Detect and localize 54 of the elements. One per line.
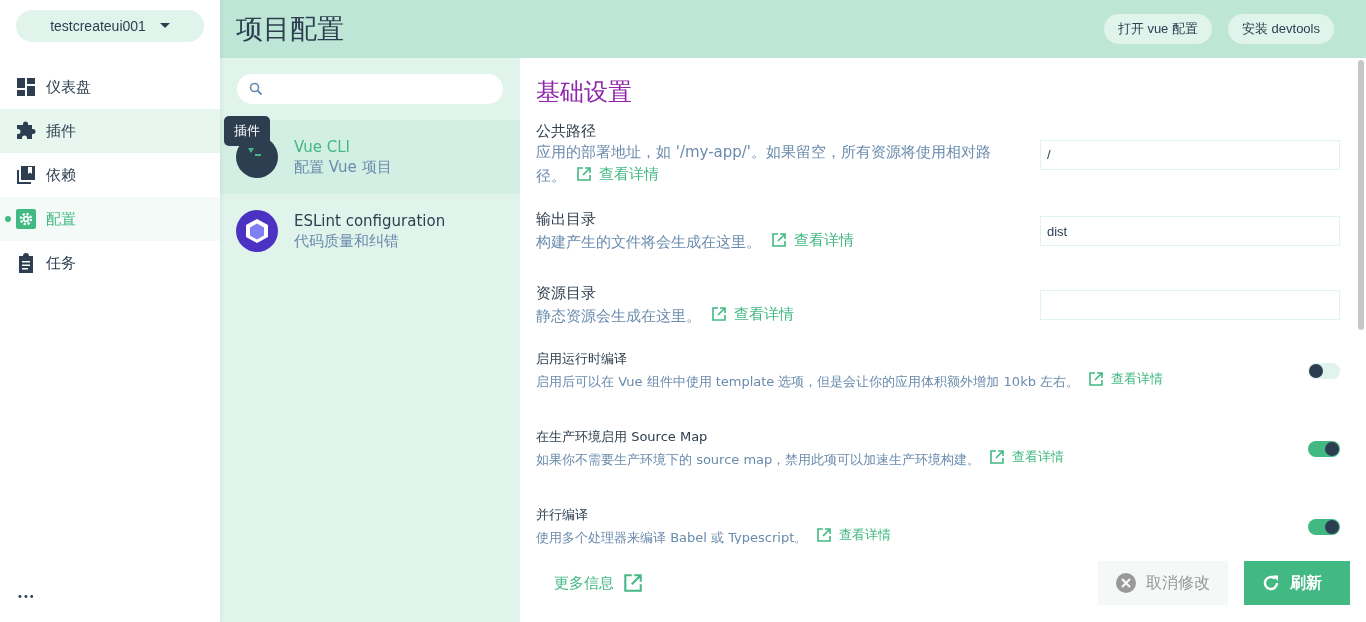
hexagon-logo-icon <box>236 210 278 252</box>
setting-description: 启用后可以在 Vue 组件中使用 template 选项，但是会让你的应用体积额外增加 10kb 左右。 查看详情 <box>536 367 1164 393</box>
nav-item[interactable]: 仪表盘 <box>0 65 220 109</box>
external-link-icon <box>576 167 591 181</box>
setting-label: 公共路径 <box>536 122 597 141</box>
puzzle-icon <box>16 121 36 141</box>
header-button[interactable]: 打开 vue 配置 <box>1103 14 1212 44</box>
toggle-switch[interactable] <box>1308 519 1340 535</box>
settings-icon <box>16 209 36 229</box>
close-icon <box>1116 573 1136 593</box>
nav-item[interactable]: 依赖 <box>0 153 220 197</box>
dashboard-icon <box>16 77 36 97</box>
caret-icon <box>159 23 170 29</box>
more-menu[interactable]: ••• <box>0 591 220 602</box>
header-button[interactable]: 安装 devtools <box>1227 14 1334 44</box>
nav-item[interactable]: 任务 <box>0 241 220 285</box>
refresh-icon <box>1262 574 1280 592</box>
setting-description: 使用多个处理器来编译 Babel 或 Typescript。 查看详情 <box>536 523 892 544</box>
page-title: 项目配置 <box>236 12 344 46</box>
setting-label: 并行编译 <box>536 505 589 524</box>
search-icon <box>249 82 263 96</box>
external-link-icon <box>711 306 726 321</box>
config-item[interactable]: ESLint configuration 代码质量和纠错 <box>220 194 520 268</box>
active-dot <box>5 216 11 222</box>
config-description: 代码质量和纠错 <box>294 231 400 251</box>
external-link-icon <box>771 232 786 247</box>
toggle-switch[interactable] <box>1308 363 1340 379</box>
setting-description: 构建产生的文件将会生成在这里。 查看详情 <box>536 228 854 253</box>
nav-item[interactable]: 插件 <box>0 109 220 153</box>
external-link-icon <box>1089 371 1104 386</box>
project-selector[interactable]: testcreateui001 <box>16 10 204 42</box>
scrollbar[interactable] <box>1358 60 1364 330</box>
setting-label: 启用运行时编译 <box>536 349 628 368</box>
setting-description: 静态资源会生成在这里。 查看详情 <box>536 302 794 327</box>
text-field[interactable]: dist <box>1040 216 1340 246</box>
text-field[interactable] <box>1040 290 1340 320</box>
setting-label: 输出目录 <box>536 209 597 229</box>
setting-description: 应用的部署地址，如 '/my-app/'。如果留空，所有资源将使用相对路径。 查看详情 <box>536 142 992 187</box>
external-link-icon <box>990 449 1005 464</box>
external-link-icon <box>624 574 642 592</box>
setting-label: 在生产环境启用 Source Map <box>536 427 709 446</box>
setting-label: 资源目录 <box>536 283 597 303</box>
config-name: ESLint configuration <box>294 211 446 230</box>
external-link-icon <box>817 527 832 542</box>
books-icon <box>16 165 36 185</box>
search-field[interactable] <box>237 74 503 104</box>
text-field[interactable]: / <box>1040 139 1340 170</box>
tooltip: 插件 <box>224 116 270 146</box>
setting-description: 如果你不需要生产环境下的 source map，禁用此项可以加速生产环境构建。 查看详情 <box>536 445 1065 471</box>
config-description: 配置 Vue 项目 <box>294 157 392 177</box>
config-name: Vue CLI <box>294 137 351 156</box>
section-title: 基础设置 <box>536 77 633 108</box>
toggle-switch[interactable] <box>1308 441 1340 457</box>
clipboard-icon <box>16 253 36 273</box>
